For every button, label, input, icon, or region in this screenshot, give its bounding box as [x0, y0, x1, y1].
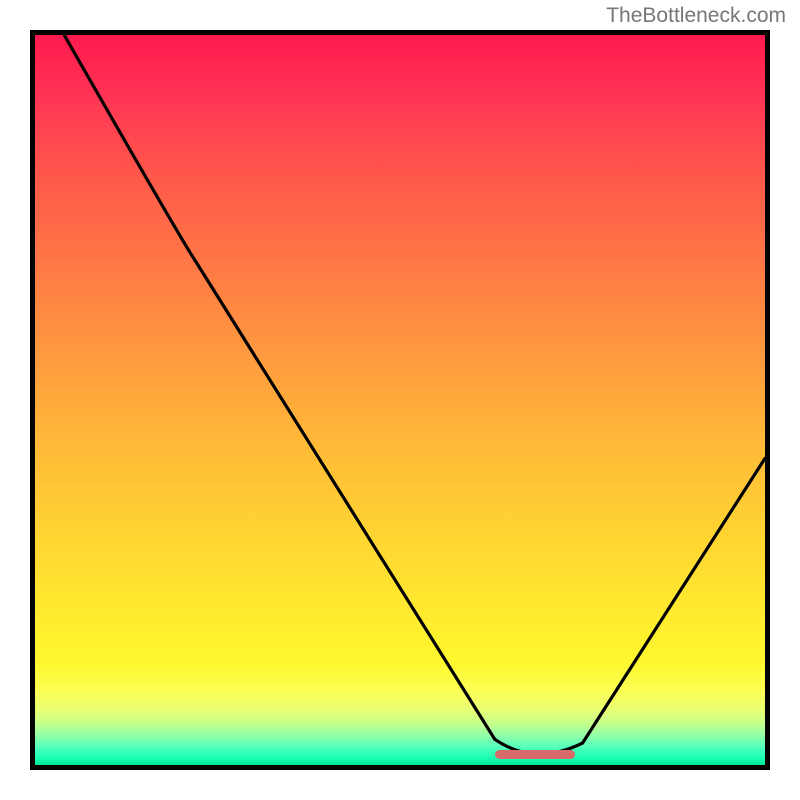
optimal-range-marker	[495, 750, 575, 759]
attribution-text: TheBottleneck.com	[606, 4, 786, 28]
bottleneck-curve	[35, 35, 765, 765]
chart-frame	[30, 30, 770, 770]
